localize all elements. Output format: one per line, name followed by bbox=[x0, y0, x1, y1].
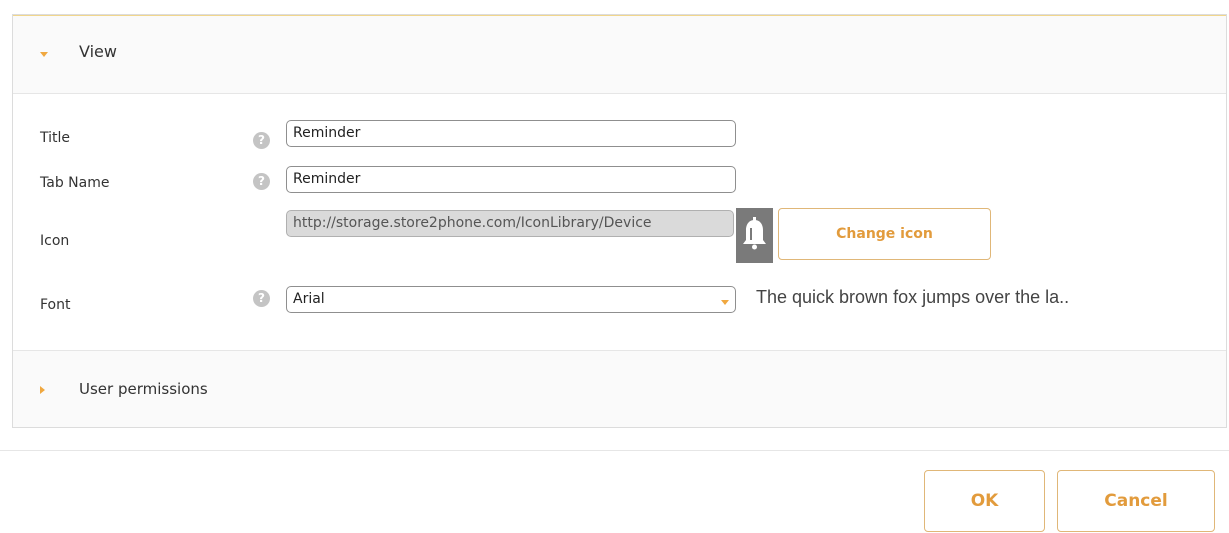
font-label: Font bbox=[40, 297, 71, 313]
section-title-permissions: User permissions bbox=[79, 380, 208, 398]
section-title-view: View bbox=[79, 42, 117, 61]
cancel-button[interactable]: Cancel bbox=[1057, 470, 1215, 532]
caret-down-icon bbox=[40, 52, 48, 57]
bell-icon bbox=[743, 217, 766, 250]
chevron-down-icon bbox=[721, 300, 729, 305]
tab-name-label: Tab Name bbox=[40, 175, 110, 191]
question-circle-icon[interactable]: ? bbox=[253, 132, 270, 149]
change-icon-button[interactable]: Change icon bbox=[778, 208, 991, 260]
font-select[interactable]: Arial bbox=[286, 286, 736, 313]
icon-url-input: http://storage.store2phone.com/IconLibra… bbox=[286, 210, 734, 237]
question-circle-icon[interactable]: ? bbox=[253, 290, 270, 307]
section-header-view[interactable]: View bbox=[13, 15, 1226, 94]
section-header-permissions[interactable]: User permissions bbox=[13, 350, 1226, 427]
icon-preview bbox=[736, 208, 773, 263]
font-preview-text: The quick brown fox jumps over the la.. bbox=[756, 287, 1070, 307]
caret-right-icon bbox=[40, 386, 45, 394]
question-circle-icon[interactable]: ? bbox=[253, 173, 270, 190]
title-input[interactable]: Reminder bbox=[286, 120, 736, 147]
title-label: Title bbox=[40, 130, 71, 146]
footer-divider bbox=[0, 450, 1229, 451]
ok-button[interactable]: OK bbox=[924, 470, 1045, 532]
font-select-value: Arial bbox=[293, 291, 325, 307]
icon-label: Icon bbox=[40, 233, 70, 249]
tab-name-input[interactable]: Reminder bbox=[286, 166, 736, 193]
settings-panel: View Title ? Reminder Tab Name ? Reminde… bbox=[12, 14, 1227, 428]
